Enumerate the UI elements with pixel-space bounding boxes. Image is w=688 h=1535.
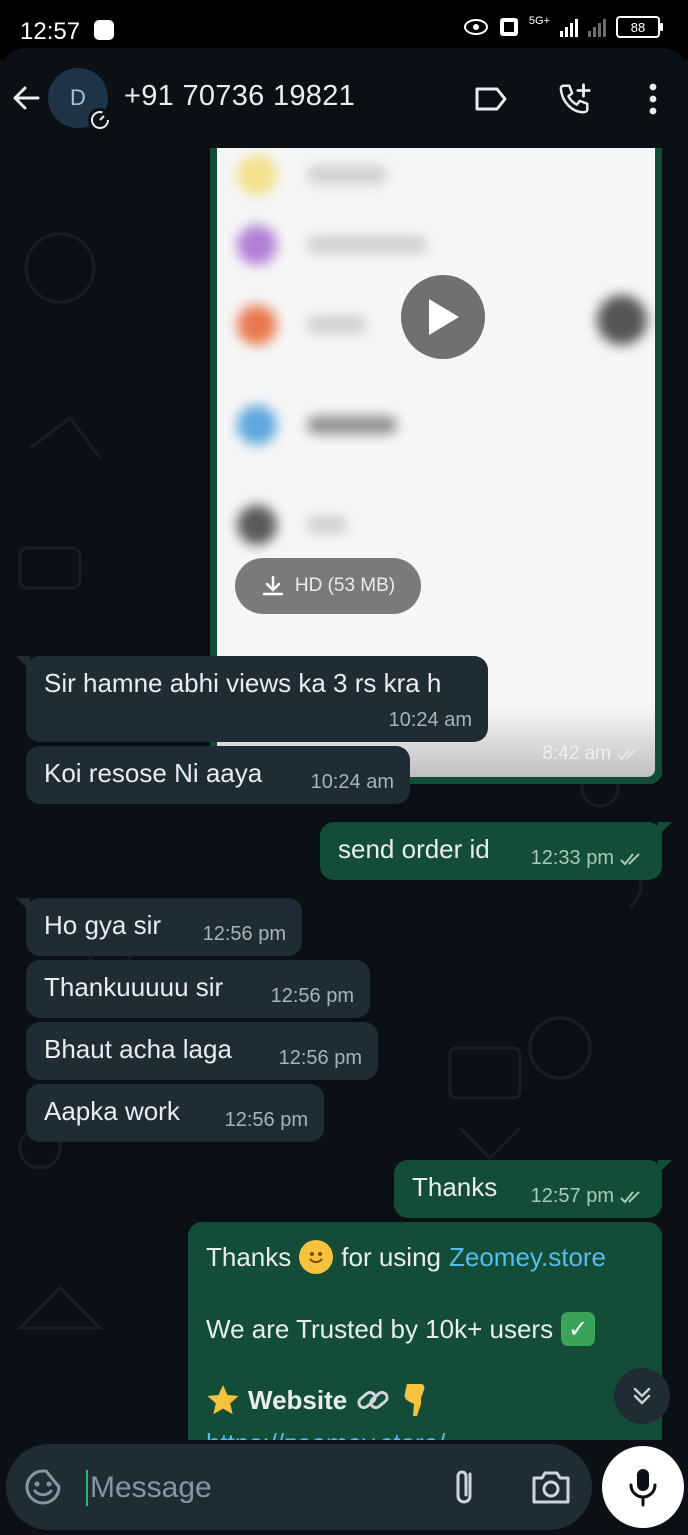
time-text: 12:56 pm [224,1109,308,1131]
back-arrow-icon[interactable] [10,82,42,114]
time-text: 12:56 pm [202,923,286,945]
message-outgoing[interactable]: send order id 12:33 pm [320,822,672,880]
star-emoji-icon [207,1385,239,1415]
blur-row [237,155,387,195]
promo-trusted: We are Trusted by 10k+ users [206,1313,554,1344]
sticker-icon[interactable] [24,1468,62,1506]
message-incoming[interactable]: Koi resose Ni aaya 10:24 am [26,746,410,804]
message-time: 12:33 pm [531,847,646,870]
message-input-bar[interactable]: Message [6,1444,592,1530]
volte-icon [499,18,518,36]
message-input[interactable]: Message [86,1470,212,1506]
video-timestamp: 8:42 am [542,743,641,765]
attach-icon[interactable] [446,1466,486,1508]
smile-emoji-icon [299,1240,334,1274]
message-text: Aapka work [44,1096,180,1126]
camera-icon[interactable] [530,1468,572,1506]
battery-icon: 88 [616,16,663,38]
message-incoming[interactable]: Sir hamne abhi views ka 3 rs kra h 10:24… [16,656,488,742]
double-check-icon [620,1190,640,1203]
time-text: 12:56 pm [270,985,354,1007]
pointing-down-emoji-icon [404,1384,425,1416]
label-icon[interactable] [474,82,508,116]
status-time: 12:57 [20,18,81,45]
play-button[interactable] [401,275,485,359]
promo-thanks: Thanks [206,1241,292,1272]
mic-icon [629,1469,657,1507]
message-time: 12:56 pm [279,1047,362,1070]
time-text: 12:57 pm [530,1185,614,1207]
add-call-icon[interactable] [558,82,592,116]
message-incoming[interactable]: Ho gya sir 12:56 pm [16,898,302,956]
signal-icon [560,17,578,37]
play-icon [429,299,459,335]
composer: Message [0,1440,688,1535]
message-text: Sir hamne abhi views ka 3 rs kra h [44,668,442,698]
message-text: Thankuuuuu sir [44,972,224,1002]
chat-header: D +91 70736 19821 [0,48,688,148]
battery-level: 88 [630,19,646,35]
blur-row [237,305,367,345]
promo-line-3: Website [206,1382,431,1418]
message-time: 12:57 pm [531,1185,646,1208]
message-time: 12:56 pm [225,1109,308,1132]
link-emoji-icon [357,1390,389,1410]
double-check-icon [620,852,640,865]
promo-url[interactable]: https://zeomey.store/ [206,1428,445,1440]
time-text: 12:56 pm [278,1047,362,1069]
double-check-icon [617,748,637,761]
message-incoming[interactable]: Aapka work 12:56 pm [26,1084,324,1142]
system-icons: 5G+ 88 [463,14,663,38]
signal-2-icon [588,17,606,37]
time-text: 10:24 am [388,709,472,731]
chat-area[interactable]: HD (53 MB) 8:42 am Sir hamne abhi views … [0,148,688,1440]
message-text: Bhaut acha laga [44,1034,232,1064]
message-outgoing-promo[interactable]: Thanks for using Zeomey.store We are Tru… [188,1222,662,1440]
message-text: Thanks [412,1172,498,1202]
promo-website: Website [248,1384,348,1415]
download-hd-button[interactable]: HD (53 MB) [235,558,421,614]
hd-label: HD (53 MB) [294,575,396,596]
notification-icon [94,20,114,40]
message-incoming[interactable]: Bhaut acha laga 12:56 pm [26,1022,378,1080]
promo-line-1: Thanks for using Zeomey.store [206,1240,606,1274]
message-incoming[interactable]: Thankuuuuu sir 12:56 pm [26,960,370,1018]
network-label: 5G+ [528,14,550,27]
message-time: 10:24 am [389,709,472,732]
scroll-to-bottom-button[interactable] [614,1368,670,1424]
message-outgoing[interactable]: Thanks 12:57 pm [394,1160,672,1218]
voice-message-button[interactable] [602,1446,684,1528]
message-text: Koi resose Ni aaya [44,758,263,788]
message-text: send order id [338,834,490,864]
status-timer-icon [88,108,112,132]
video-time: 8:42 am [542,743,611,764]
promo-for-using: for using [341,1241,441,1272]
blur-row [237,405,397,445]
blur-row [237,505,347,545]
blur-avatar [597,295,647,345]
promo-line-2: We are Trusted by 10k+ users ✓ [206,1312,596,1346]
blur-row [237,225,427,265]
time-text: 10:24 am [310,771,394,793]
double-chevron-down-icon [633,1387,651,1405]
download-icon [262,575,284,596]
contact-name[interactable]: +91 70736 19821 [124,80,355,113]
message-time: 10:24 am [311,771,394,794]
menu-icon[interactable] [636,82,670,116]
check-mark-emoji-icon: ✓ [561,1312,596,1346]
message-time: 12:56 pm [271,985,354,1008]
avatar-letter: D [70,85,86,110]
message-time: 12:56 pm [203,923,286,946]
promo-link[interactable]: Zeomey.store [449,1242,606,1273]
time-text: 12:33 pm [530,847,614,869]
message-text: Ho gya sir [44,910,162,940]
hotspot-icon [463,19,488,35]
